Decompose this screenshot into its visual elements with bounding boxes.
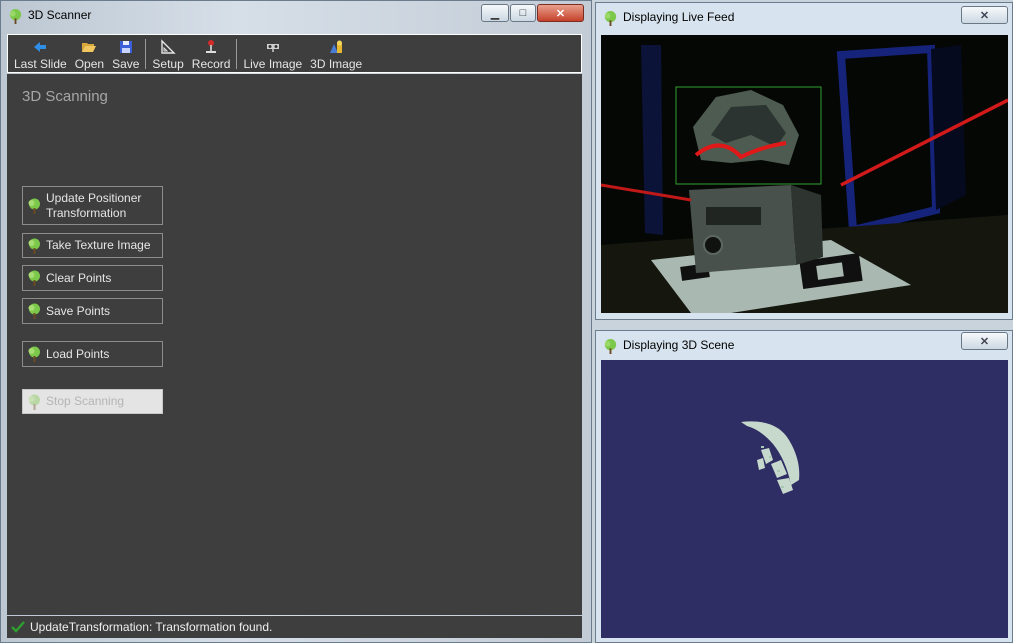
toolbar-separator <box>145 39 147 69</box>
floppy-disk-icon <box>119 41 132 53</box>
update-positioner-label: Update Positioner Transformation <box>46 191 141 221</box>
toolbar: Last Slide Open Save Setup Record Live I… <box>7 34 582 73</box>
tree-icon <box>28 303 40 319</box>
last-slide-button[interactable]: Last Slide <box>10 35 71 71</box>
update-positioner-transformation-button[interactable]: Update Positioner Transformation <box>22 186 163 225</box>
take-texture-image-button[interactable]: Take Texture Image <box>22 233 163 258</box>
clear-points-label: Clear Points <box>46 270 112 285</box>
label-line-2: Transformation <box>46 205 127 220</box>
stop-scanning-button[interactable]: Stop Scanning <box>22 389 163 414</box>
app-tree-icon <box>9 9 22 24</box>
set-square-icon <box>161 39 176 54</box>
save-label: Save <box>112 57 140 71</box>
open-label: Open <box>74 57 105 71</box>
stop-scanning-label: Stop Scanning <box>46 394 125 408</box>
record-stand-icon <box>206 40 217 53</box>
panel-title: 3D Scanning <box>22 88 108 105</box>
camera-rig-icon <box>266 44 279 52</box>
status-text: UpdateTransformation: Transformation fou… <box>30 620 273 634</box>
status-bar: UpdateTransformation: Transformation fou… <box>7 616 582 638</box>
app-tree-icon <box>604 11 617 26</box>
3d-scene-window: Displaying 3D Scene ✕ <box>595 330 1013 643</box>
last-slide-label: Last Slide <box>14 57 67 71</box>
clear-points-button[interactable]: Clear Points <box>22 265 163 291</box>
maximize-button[interactable]: □ <box>510 4 536 22</box>
take-texture-image-label: Take Texture Image <box>46 238 151 252</box>
3d-scene-title: Displaying 3D Scene <box>623 338 735 352</box>
tree-icon <box>28 198 40 214</box>
setup-button[interactable]: Setup <box>148 35 187 71</box>
live-feed-close-button[interactable]: ✕ <box>961 6 1008 24</box>
close-icon: ✕ <box>555 7 566 20</box>
3d-shapes-icon <box>330 40 343 53</box>
maximize-icon: □ <box>519 7 527 19</box>
close-icon: ✕ <box>979 9 990 22</box>
live-feed-title: Displaying Live Feed <box>623 10 735 24</box>
3d-image-label: 3D Image <box>310 57 363 71</box>
load-points-label: Load Points <box>46 346 110 361</box>
main-titlebar[interactable]: 3D Scanner ▁ □ ✕ <box>1 1 591 31</box>
live-image-button[interactable]: Live Image <box>239 35 306 71</box>
3d-scene-view[interactable] <box>601 360 1008 638</box>
setup-label: Setup <box>152 57 184 71</box>
minimize-button[interactable]: ▁ <box>481 4 509 22</box>
3d-scene-close-button[interactable]: ✕ <box>961 332 1008 350</box>
tree-icon <box>28 394 40 410</box>
tree-icon <box>28 346 40 362</box>
save-points-button[interactable]: Save Points <box>22 298 163 324</box>
load-points-button[interactable]: Load Points <box>22 341 163 367</box>
live-image-label: Live Image <box>243 57 303 71</box>
live-feed-image <box>601 35 1008 313</box>
save-points-label: Save Points <box>46 303 111 318</box>
open-button[interactable]: Open <box>71 35 108 71</box>
live-feed-window: Displaying Live Feed ✕ <box>595 2 1013 320</box>
save-button[interactable]: Save <box>108 35 143 71</box>
main-window: 3D Scanner ▁ □ ✕ Last Slide Open Save Se… <box>0 0 592 643</box>
back-arrow-icon <box>34 42 47 52</box>
toolbar-separator <box>236 39 238 69</box>
label-line-1: Update Positioner <box>46 190 142 205</box>
check-icon <box>11 621 25 633</box>
tree-icon <box>28 238 40 254</box>
folder-open-icon <box>82 43 97 52</box>
3d-scene-titlebar[interactable]: Displaying 3D Scene ✕ <box>596 331 1012 361</box>
scanning-panel: 3D Scanning Update Positioner Transforma… <box>7 74 582 615</box>
app-tree-icon <box>604 339 617 354</box>
live-feed-titlebar[interactable]: Displaying Live Feed ✕ <box>596 3 1012 33</box>
close-icon: ✕ <box>979 335 990 348</box>
point-cloud <box>601 360 1008 638</box>
record-label: Record <box>191 57 231 71</box>
main-window-title: 3D Scanner <box>28 8 92 22</box>
minimize-icon: ▁ <box>490 7 500 20</box>
tree-icon <box>28 270 40 286</box>
close-button[interactable]: ✕ <box>537 4 584 22</box>
3d-image-button[interactable]: 3D Image <box>306 35 366 71</box>
live-feed-view[interactable] <box>601 35 1008 313</box>
record-button[interactable]: Record <box>188 35 235 71</box>
